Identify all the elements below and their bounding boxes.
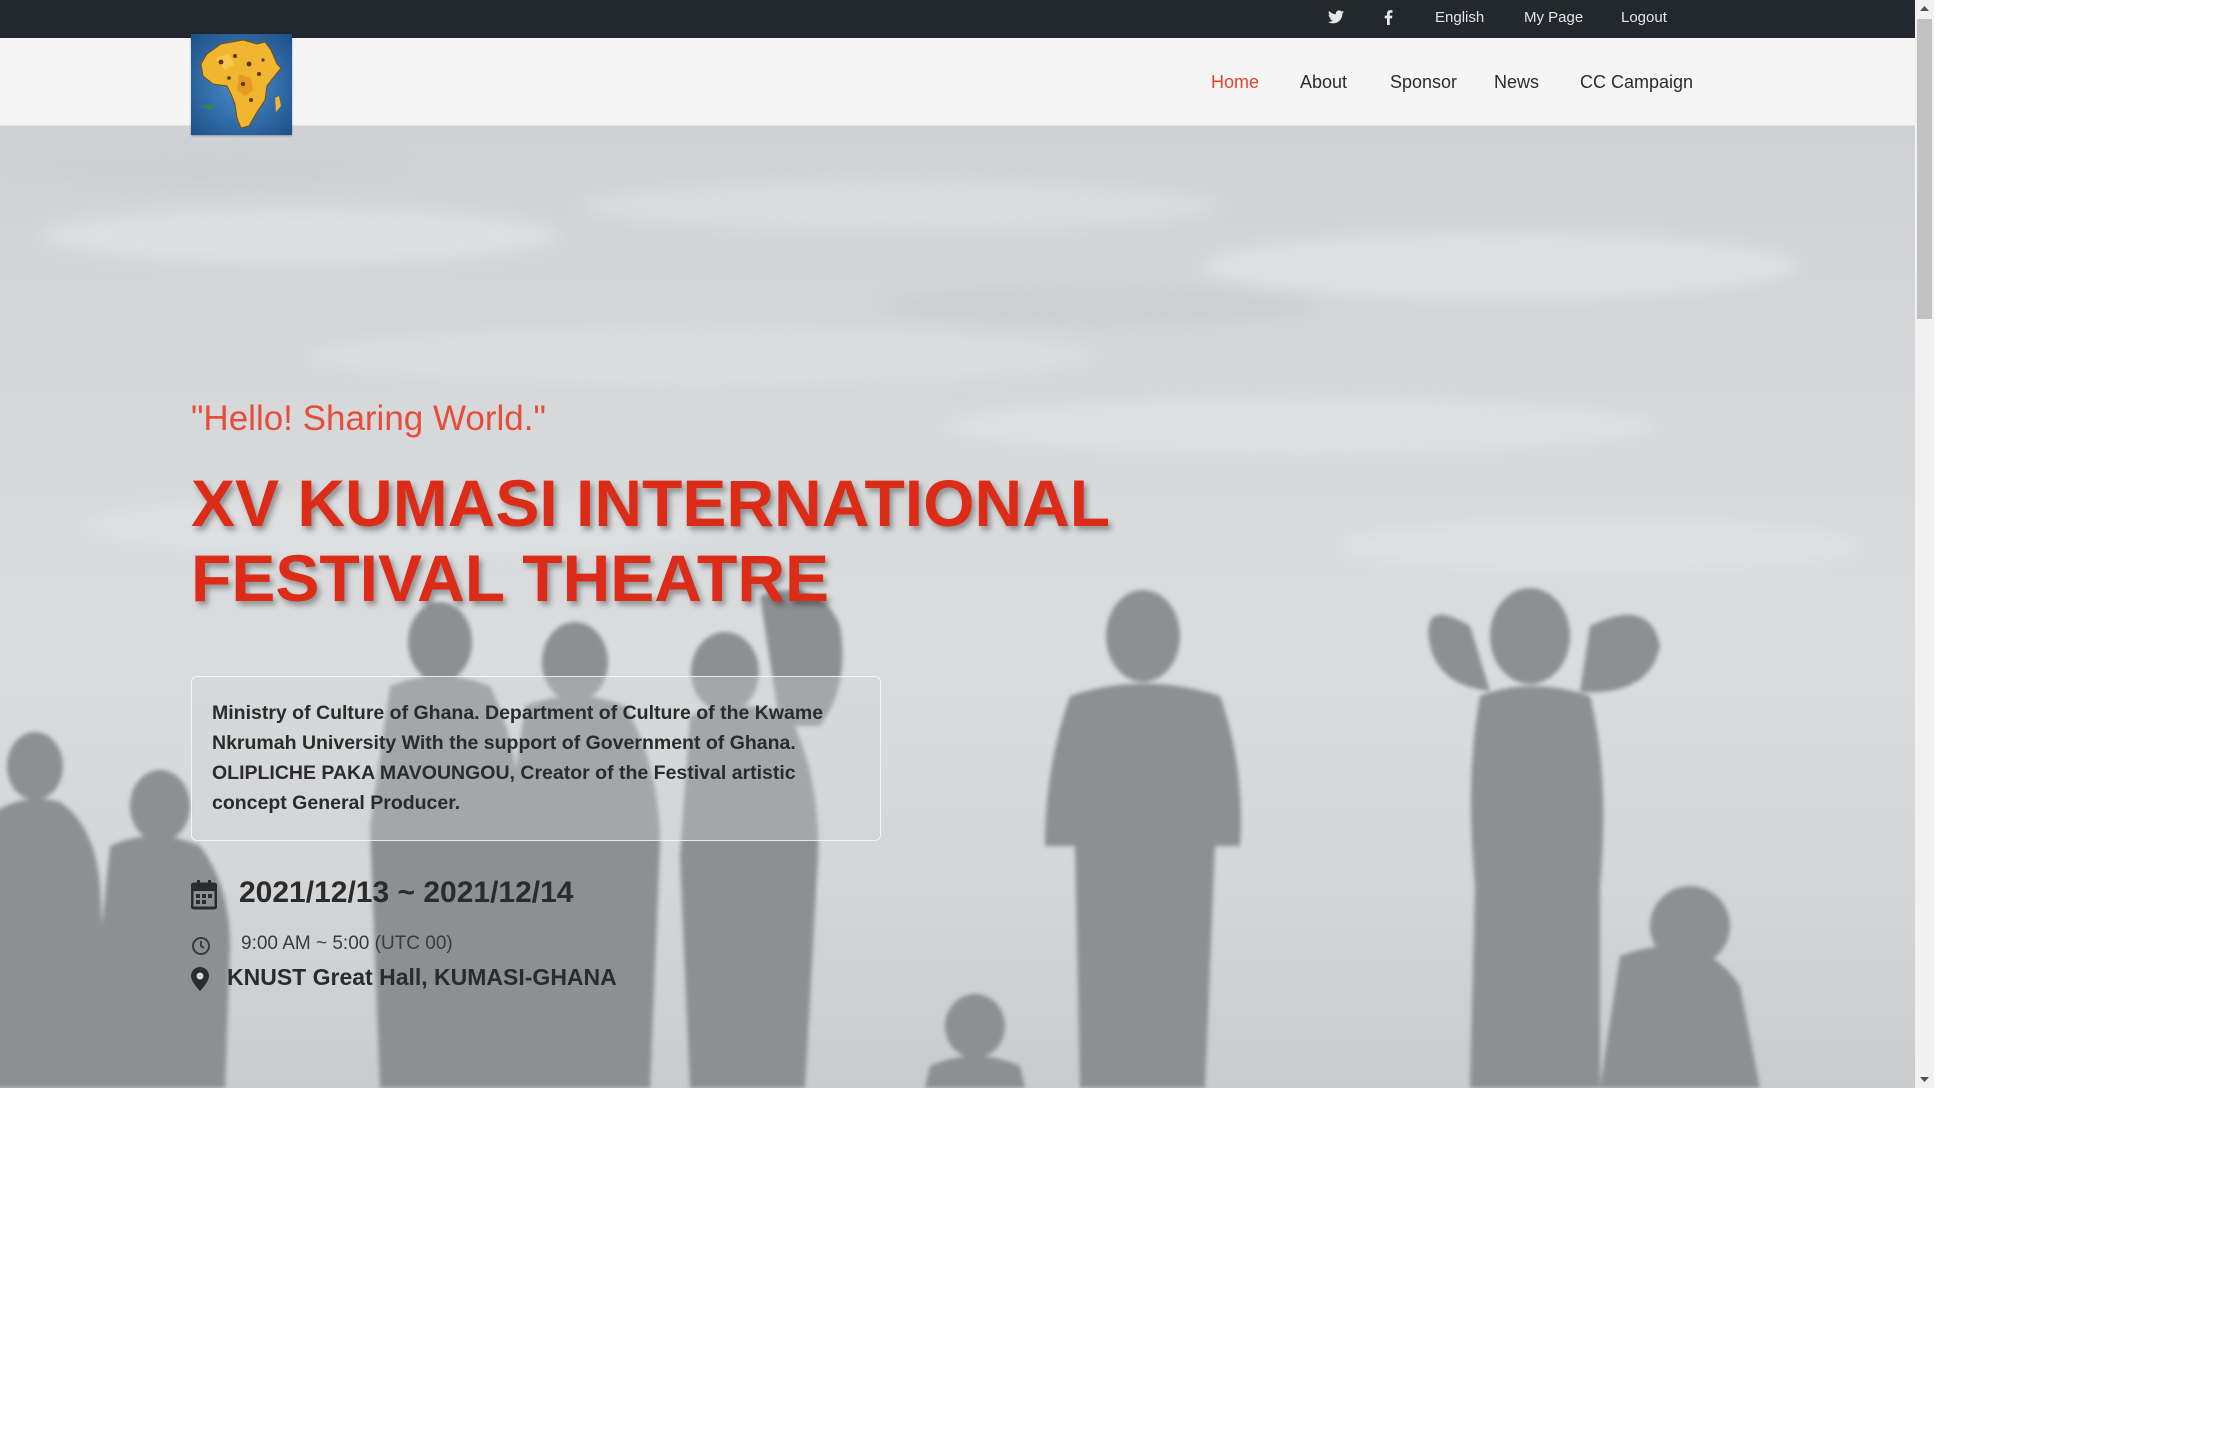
event-date: 2021/12/13 ~ 2021/12/14 <box>239 876 574 909</box>
logout-link[interactable]: Logout <box>1621 0 1667 38</box>
event-time: 9:00 AM ~ 5:00 (UTC 00) <box>241 933 453 954</box>
vertical-scrollbar[interactable] <box>1915 0 1934 1088</box>
hero-title: XV KUMASI INTERNATIONAL FESTIVAL THEATRE <box>191 466 1171 616</box>
logo-image <box>191 34 292 135</box>
nav-sponsor[interactable]: Sponsor <box>1390 38 1457 126</box>
africa-map-logo[interactable] <box>191 34 292 135</box>
organizers-box: Ministry of Culture of Ghana. Department… <box>191 676 881 841</box>
scroll-down-arrow-icon[interactable] <box>1915 1071 1934 1088</box>
scrollbar-thumb[interactable] <box>1917 19 1932 319</box>
calendar-icon <box>191 880 217 910</box>
top-utility-bar: English My Page Logout <box>0 0 1915 38</box>
facebook-link[interactable] <box>1384 0 1393 38</box>
scroll-up-arrow-icon[interactable] <box>1915 0 1934 17</box>
hero-section: "Hello! Sharing World." XV KUMASI INTERN… <box>0 126 1915 1088</box>
my-page-link[interactable]: My Page <box>1524 0 1583 38</box>
twitter-link[interactable] <box>1328 0 1344 38</box>
hero-title-line2: FESTIVAL THEATRE <box>191 541 830 615</box>
facebook-icon <box>1384 10 1393 25</box>
hero-title-line1: XV KUMASI INTERNATIONAL <box>191 466 1111 540</box>
hero-tagline: "Hello! Sharing World." <box>191 399 546 438</box>
nav-news[interactable]: News <box>1494 38 1539 126</box>
event-location: KNUST Great Hall, KUMASI-GHANA <box>227 964 617 990</box>
map-pin-icon <box>191 967 209 991</box>
nav-home[interactable]: Home <box>1211 38 1259 126</box>
browser-viewport: English My Page Logout Home About Sponso… <box>0 0 1934 1088</box>
language-selector[interactable]: English <box>1435 0 1484 38</box>
nav-cc-campaign[interactable]: CC Campaign <box>1580 38 1693 126</box>
twitter-icon <box>1328 10 1344 24</box>
clock-icon <box>192 937 210 955</box>
nav-about[interactable]: About <box>1300 38 1347 126</box>
